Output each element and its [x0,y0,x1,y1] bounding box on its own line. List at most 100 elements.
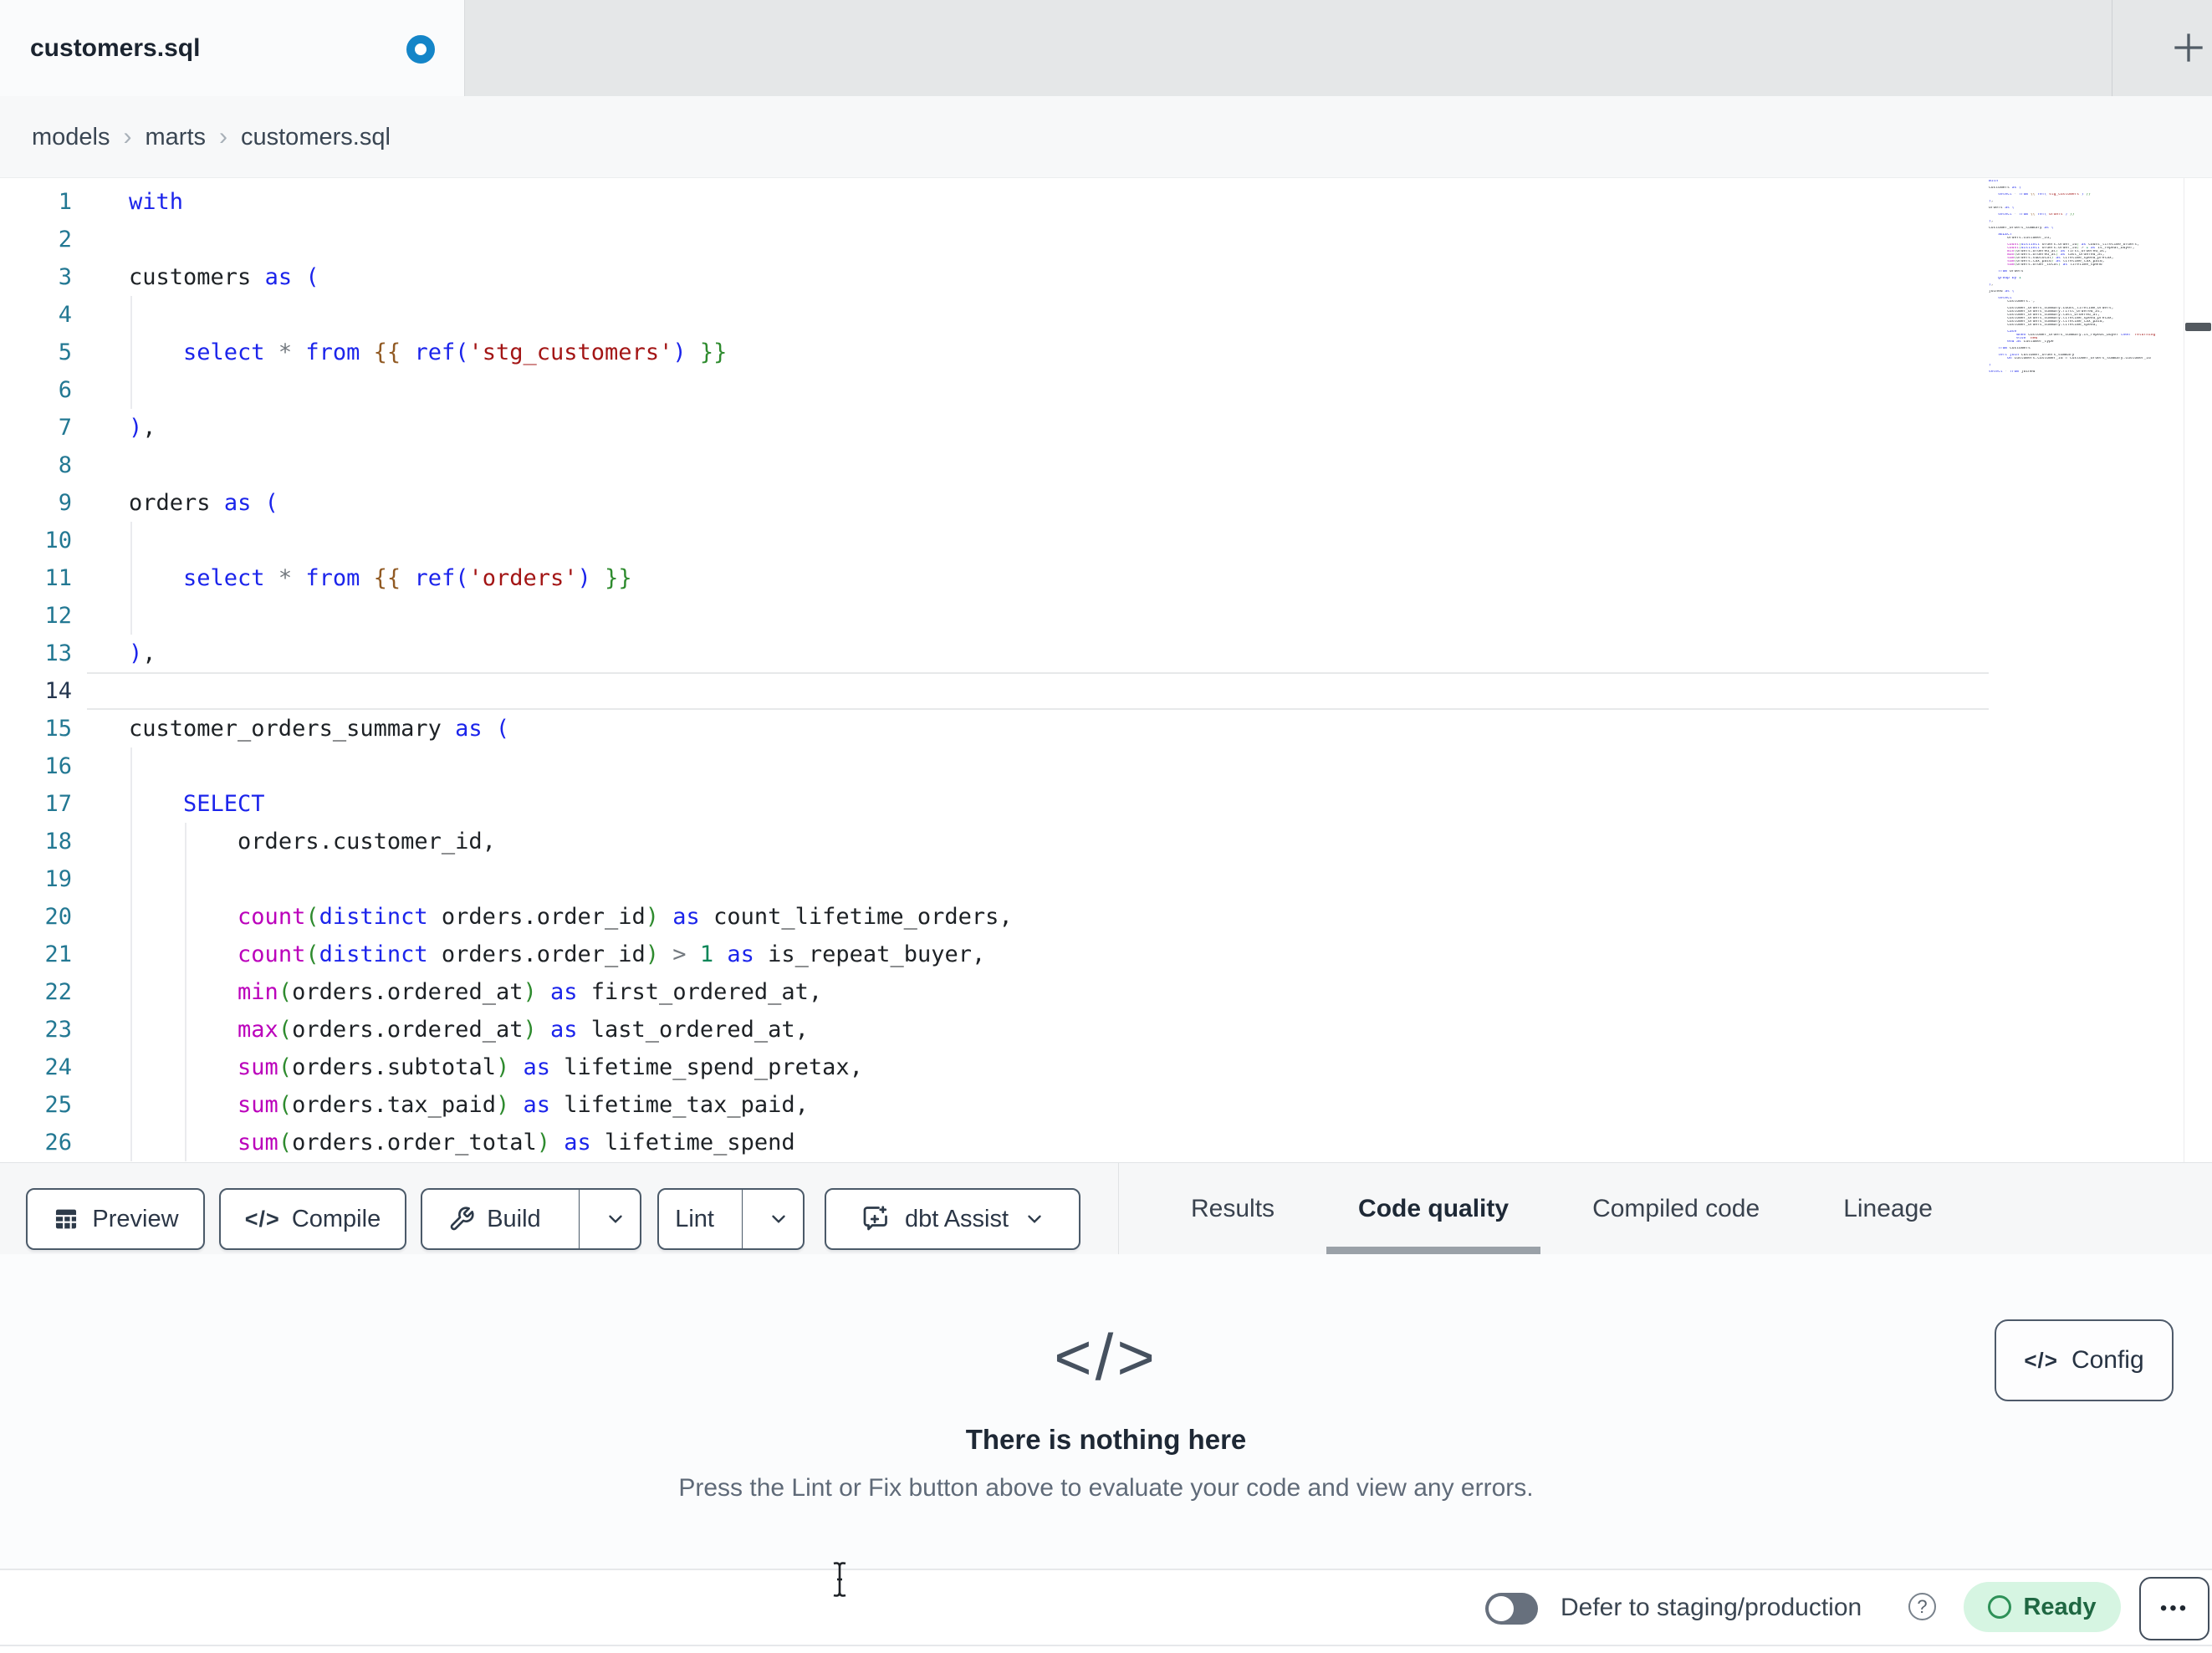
code-line[interactable]: 23 max(orders.ordered_at) as last_ordere… [0,1011,1013,1048]
code-line[interactable]: 5 select * from {{ ref('stg_customers') … [0,334,1013,371]
build-dropdown-button[interactable] [591,1190,640,1248]
line-number: 8 [58,452,72,478]
build-button[interactable]: Build [421,1188,641,1250]
code-text: sum(orders.tax_paid) as lifetime_tax_pai… [129,1086,809,1124]
code-line[interactable]: 10 [0,522,1013,559]
indent-guide [130,334,132,371]
code-line[interactable]: 21 count(distinct orders.order_id) > 1 a… [0,936,1013,973]
tab-results-label: Results [1191,1195,1275,1222]
tab-lineage-label: Lineage [1843,1195,1933,1222]
preview-button[interactable]: Preview [26,1188,205,1250]
tab-customers-sql[interactable]: customers.sql [0,0,465,96]
compile-button[interactable]: </> Compile [219,1188,406,1250]
code-text: orders.customer_id, [129,823,496,860]
line-number: 4 [58,302,72,328]
scrollbar-marker[interactable] [2185,323,2211,331]
code-line[interactable]: 17 SELECT [0,785,1013,823]
plus-icon [2174,33,2203,62]
line-number: 14 [44,678,72,704]
code-line[interactable]: 15 customer_orders_summary as ( [0,710,1013,747]
indent-guide [130,296,132,334]
line-number: 26 [44,1130,72,1156]
breadcrumb-item[interactable]: customers.sql [241,124,391,151]
build-button-main[interactable]: Build [422,1190,567,1248]
code-line[interactable]: 24 sum(orders.subtotal) as lifetime_spen… [0,1048,1013,1086]
code-icon: </> [244,1206,280,1232]
breadcrumb-item[interactable]: marts [146,124,207,151]
code-line[interactable]: 1 with [0,183,1013,221]
code-line[interactable]: 12 [0,597,1013,635]
lint-button-main[interactable]: Lint [659,1190,730,1248]
indent-guide [130,747,132,785]
minimap[interactable]: with customers as ( select * from {{ ref(… [1989,180,2181,380]
code-text: ), [129,415,156,441]
status-badge: Ready [1964,1582,2121,1632]
code-line[interactable]: 16 [0,747,1013,785]
indent-guide [130,597,132,635]
more-options-button[interactable]: ••• [2139,1577,2209,1640]
new-tab-button[interactable] [2153,12,2212,84]
line-number: 20 [44,904,72,930]
code-line[interactable]: 2 [0,221,1013,258]
code-line[interactable]: 4 [0,296,1013,334]
line-number: 22 [44,979,72,1005]
build-button-label: Build [487,1205,541,1232]
results-panel: </> There is nothing here Press the Lint… [0,1254,2212,1569]
line-number: 7 [58,415,72,441]
code-line[interactable]: 7), [0,409,1013,446]
config-button[interactable]: </> Config [1995,1319,2174,1401]
code-text: min(orders.ordered_at) as first_ordered_… [129,973,822,1011]
tab-code-quality[interactable]: Code quality [1326,1163,1541,1255]
code-text: count(distinct orders.order_id) as count… [129,898,1013,936]
tab-results[interactable]: Results [1159,1163,1306,1255]
code-line[interactable]: 13), [0,635,1013,672]
code-text: SELECT [129,785,265,823]
defer-toggle[interactable] [1485,1593,1538,1625]
indent-guide [130,1086,132,1124]
wrench-icon [450,1207,474,1231]
code-line[interactable]: 6 [0,371,1013,409]
tab-title: customers.sql [30,33,201,62]
line-number: 10 [44,528,72,554]
empty-state-description: Press the Lint or Fix button above to ev… [678,1474,1534,1502]
line-number: 9 [58,490,72,516]
code-line[interactable]: 19 [0,860,1013,898]
code-text: with [129,189,184,215]
toggle-knob [1489,1596,1514,1621]
dbt-assist-button[interactable]: dbt Assist [825,1188,1080,1250]
indent-guide [185,898,186,936]
indent-guide [185,1048,186,1086]
indent-guide [130,371,132,409]
code-line[interactable]: 9 orders as ( [0,484,1013,522]
code-line[interactable]: 8 [0,446,1013,484]
ready-label: Ready [2023,1593,2097,1620]
code-line[interactable]: 11 select * from {{ ref('orders') }} [0,559,1013,597]
help-icon[interactable]: ? [1908,1593,1936,1620]
code-text: max(orders.ordered_at) as last_ordered_a… [129,1011,809,1048]
lint-dropdown-button[interactable] [754,1190,803,1248]
code-editor[interactable]: 1 with 2 3 customers as ( 4 5 select * from {{… [0,178,2212,1162]
config-button-label: Config [2071,1346,2144,1374]
code-line[interactable]: 22 min(orders.ordered_at) as first_order… [0,973,1013,1011]
tab-code-quality-label: Code quality [1358,1195,1510,1222]
code-line[interactable]: 14 [0,672,1013,710]
code-line[interactable]: 20 count(distinct orders.order_id) as co… [0,898,1013,936]
unsaved-indicator-icon [406,35,435,64]
code-line[interactable]: 25 sum(orders.tax_paid) as lifetime_tax_… [0,1086,1013,1124]
code-line[interactable]: 26 sum(orders.order_total) as lifetime_s… [0,1124,1013,1161]
tab-compiled-code[interactable]: Compiled code [1561,1163,1791,1255]
lint-button[interactable]: Lint [657,1188,805,1250]
preview-button-label: Preview [92,1205,179,1232]
indent-guide [130,973,132,1011]
code-line[interactable]: 3 customers as ( [0,258,1013,296]
breadcrumb-separator-icon: › [219,123,227,151]
breadcrumb-item[interactable]: models [32,124,110,151]
indent-guide [130,1011,132,1048]
defer-label: Defer to staging/production [1561,1593,1862,1621]
tab-lineage[interactable]: Lineage [1811,1163,1964,1255]
indent-guide [185,936,186,973]
chevron-down-icon [609,1215,622,1223]
split-divider [742,1190,743,1248]
dbt-assist-button-label: dbt Assist [904,1205,1009,1232]
code-line[interactable]: 18 orders.customer_id, [0,823,1013,860]
